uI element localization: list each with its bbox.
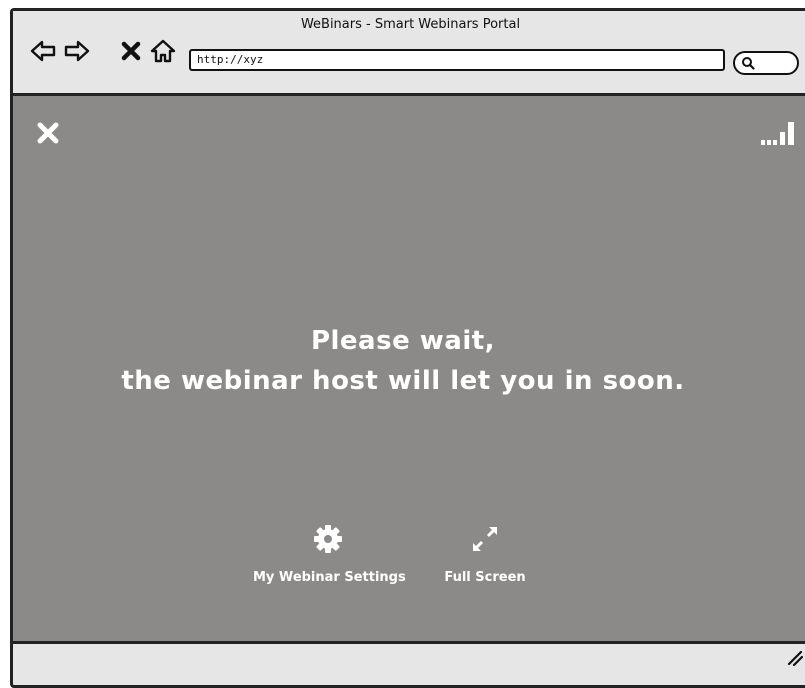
my-webinar-settings-button[interactable]: My Webinar Settings [253,522,406,585]
close-button[interactable] [35,120,61,146]
resize-grip-icon[interactable] [785,648,803,666]
home-icon [150,39,176,63]
waiting-message-line1: Please wait, [310,326,496,356]
search-icon [742,57,755,70]
webinar-waiting-screen: Please wait, the webinar host will let y… [13,96,805,641]
waiting-message-line2: the webinar host will let you in soon. [121,366,685,396]
back-button[interactable] [29,37,57,65]
address-bar[interactable]: http://xyz [189,49,725,71]
search-button[interactable] [733,51,799,75]
browser-toolbar: WeBinars - Smart Webinars Portal http://… [13,11,805,96]
full-screen-label: Full Screen [444,570,526,585]
browser-window: WeBinars - Smart Webinars Portal http://… [10,8,805,688]
back-arrow-icon [30,40,56,62]
forward-button[interactable] [63,37,91,65]
forward-arrow-icon [64,40,90,62]
stop-button[interactable] [117,37,145,65]
home-button[interactable] [149,37,177,65]
signal-strength-icon [761,120,801,146]
settings-label: My Webinar Settings [253,570,406,585]
expand-icon [468,522,502,556]
window-title: WeBinars - Smart Webinars Portal [300,17,521,32]
full-screen-button[interactable]: Full Screen [433,522,537,585]
close-icon [37,122,59,144]
gear-icon [311,522,345,556]
waiting-message: Please wait, the webinar host will let y… [13,321,793,401]
stop-icon [121,41,141,61]
status-bar [13,641,805,684]
